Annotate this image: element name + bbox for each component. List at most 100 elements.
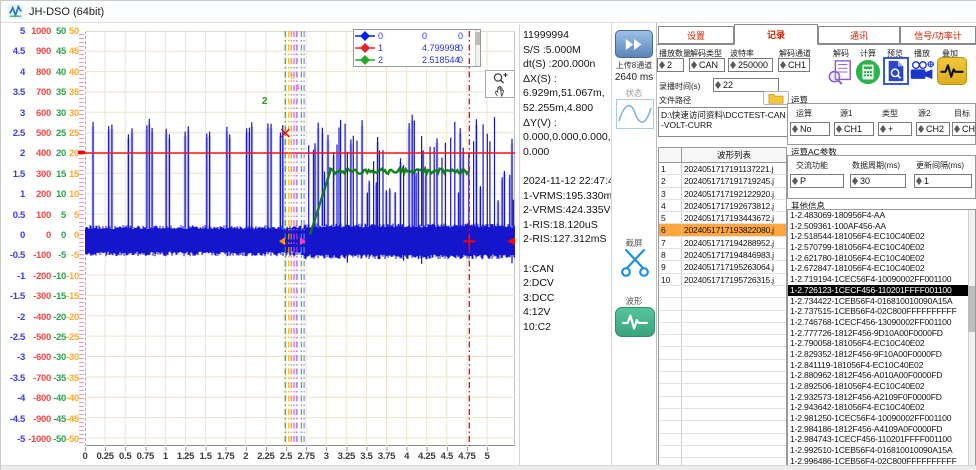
wave-list-row[interactable] [659, 360, 786, 372]
wave-list-row[interactable]: 82024051717194846983.j [659, 249, 786, 261]
other-info-item[interactable]: 1-2.984186-1812F456-A4109A0F0000FD [788, 424, 975, 435]
other-info-item[interactable]: 1-2.719194-1CEC56F4-10090002FF001100 [788, 274, 975, 285]
bottom-scrollbar[interactable] [1, 465, 976, 470]
decode-type-field[interactable]: CAN [689, 58, 725, 72]
other-info-scrollbar[interactable] [968, 210, 975, 466]
other-info-item[interactable]: 1-2.509361-100AF456-AA [788, 221, 975, 232]
other-info-item[interactable]: 1-2.672847-181056F4-EC10C40E02 [788, 263, 975, 274]
y-axis-tick-row: 3.57003535 [1, 87, 79, 98]
tab-comm[interactable]: 通讯 [818, 26, 900, 44]
y-tick-label: 35 [66, 87, 79, 98]
wave-list-row[interactable]: 62024051717193822080.j [659, 224, 786, 236]
other-info-item[interactable]: 1-2.932573-1812F456-A2109F0F0000FD [788, 392, 975, 403]
record-time-field[interactable]: 22 [713, 78, 779, 92]
pan-hand-icon[interactable] [494, 85, 506, 97]
legend-scrollbar[interactable] [475, 30, 480, 67]
legend-marker [354, 55, 376, 65]
wave-list-row[interactable]: 42024051717192673812.j [659, 200, 786, 212]
y-tick-label: -200 [25, 271, 51, 282]
other-info-item[interactable]: 1-2.777726-1812F456-9D10A00F0000FD [788, 328, 975, 339]
plot-area[interactable] [85, 31, 515, 446]
other-info-item[interactable]: 1-2.943642-181056F4-EC10C40E02 [788, 402, 975, 413]
wave-list-row[interactable]: 72024051717194288952.j [659, 237, 786, 249]
ac-field-period[interactable]: 30 [850, 174, 906, 188]
wave-list-row[interactable] [659, 384, 786, 396]
wave-list-row[interactable] [659, 298, 786, 310]
legend-row[interactable]: 0 0 0 [354, 30, 480, 42]
zoom-in-icon[interactable] [493, 72, 508, 84]
tab-settings[interactable]: 设置 [658, 26, 734, 44]
wave-list-row[interactable] [659, 446, 786, 458]
wave-list-row[interactable] [659, 434, 786, 446]
y-tick-label: -50 [66, 434, 79, 445]
other-info-item[interactable]: 1-2.892506-181056F4-EC10C40E02 [788, 381, 975, 392]
plot-legend[interactable]: 0 0 0 1 4.799998 0 2 2.518544 0 3 [353, 29, 481, 67]
other-info-item[interactable]: 1-2.981250-1CEC56F4-10090002FF001100 [788, 413, 975, 424]
screenshot-button[interactable] [619, 247, 651, 277]
zoom-tools[interactable] [485, 70, 515, 98]
fast-forward-button[interactable] [615, 30, 653, 58]
other-info-item[interactable]: 1-2.734422-1CEB56F4-016810010090A15A [788, 296, 975, 307]
tab-record[interactable]: 记录 [734, 24, 818, 45]
y-axis-tick-row: 2.55002525 [1, 128, 79, 139]
status-waveform-thumbnail[interactable] [616, 99, 654, 129]
ac-field-interval[interactable]: 1 [914, 174, 972, 188]
wave-list-row[interactable] [659, 409, 786, 421]
wave-list-row[interactable] [659, 323, 786, 335]
other-info-item[interactable]: 1-2.992510-1CEB56F4-016810010090A15A [788, 445, 975, 456]
other-info-item[interactable]: 1-2.726123-1CECF456-110201FFFF001100 [788, 285, 975, 296]
measurement-info-panel: 11999994S/S :5.000Mdt(S) :200.000nΔX(S) … [519, 25, 611, 465]
y-tick-label: 50 [51, 26, 66, 37]
y-tick-label: 25 [51, 128, 66, 139]
op-field-src2[interactable]: CH2 [916, 122, 950, 136]
wave-list-row[interactable] [659, 335, 786, 347]
legend-row[interactable]: 1 4.799998 0 [354, 42, 480, 54]
other-info-item[interactable]: 1-2.790058-181056F4-EC10C40E02 [788, 338, 975, 349]
op-field-src1[interactable]: CH1 [834, 122, 874, 136]
calculate-button[interactable] [855, 58, 881, 86]
other-info-item[interactable]: 1-2.570799-181056F4-EC10C40E02 [788, 242, 975, 253]
wave-list-row[interactable] [659, 372, 786, 384]
y-tick-label: -3 [1, 352, 25, 363]
wave-list-row[interactable] [659, 421, 786, 433]
wave-list-row[interactable]: 92024051717195263064.j [659, 261, 786, 273]
wave-list-row[interactable]: 52024051717193443672.j [659, 212, 786, 224]
overlay-button[interactable] [937, 57, 967, 85]
wave-list-table[interactable]: 波形列表 12024051717191137221.j2202405171719… [658, 147, 787, 467]
wave-list-row[interactable] [659, 347, 786, 359]
other-info-item[interactable]: 1-2.880962-1812F456-A010A00F0000FD [788, 370, 975, 381]
browse-folder-button[interactable] [763, 91, 789, 105]
wave-list-row[interactable]: 102024051717195726315.j [659, 274, 786, 286]
other-info-list[interactable]: 1-2.483069-180956F4-AA1-2.509361-100AF45… [787, 209, 976, 467]
other-info-item[interactable]: 1-2.746768-1CECF456-13090002FF001100 [788, 317, 975, 328]
preview-button[interactable] [883, 57, 909, 85]
y-axis-tick-row: 1.53001515 [1, 169, 79, 180]
play-button[interactable] [909, 58, 935, 86]
wave-list-row[interactable]: 12024051717191137221.j [659, 163, 786, 175]
other-info-item[interactable]: 1-2.518544-181056F4-EC10C40E02 [788, 231, 975, 242]
wave-list-row[interactable] [659, 311, 786, 323]
decode-channel-field[interactable]: CH1 [778, 58, 810, 72]
legend-row[interactable]: 2 2.518544 0 [354, 54, 480, 66]
ac-field-func[interactable]: P [790, 174, 844, 188]
decode-button[interactable] [827, 58, 853, 86]
legend-row[interactable]: 3 [354, 66, 480, 67]
other-info-item[interactable]: 1-2.829352-1812F456-9F10A00F0000FD [788, 349, 975, 360]
file-path-value[interactable]: D:\快速访问资料\DCCTEST-CAN-VOLT-CURR [658, 107, 788, 137]
wave-list-row[interactable]: 22024051717191719245.j [659, 175, 786, 187]
waveform-button[interactable] [615, 307, 655, 337]
op-field-target[interactable]: CH2 [952, 122, 976, 136]
tab-signal-power[interactable]: 信号/功率计 [900, 26, 976, 44]
other-info-item[interactable]: 1-2.841119-181056F4-EC10C40E02 [788, 360, 975, 371]
other-info-item[interactable]: 1-2.621780-181056F4-EC10C40E02 [788, 253, 975, 264]
op-field-op[interactable]: No [790, 122, 830, 136]
wave-list-row[interactable] [659, 397, 786, 409]
op-field-type[interactable]: + [878, 122, 912, 136]
other-info-item[interactable]: 1-2.483069-180956F4-AA [788, 210, 975, 221]
other-info-item[interactable]: 1-2.984743-1CECF456-110201FFFF001100 [788, 434, 975, 445]
wave-list-row[interactable]: 32024051717192122920.j [659, 188, 786, 200]
other-info-item[interactable]: 1-2.737515-1CEB56F4-02C800FFFFFFFFFF [788, 306, 975, 317]
wave-list-row[interactable] [659, 286, 786, 298]
playback-count-field[interactable]: 2 [657, 58, 684, 72]
baud-rate-field[interactable]: 250000 [728, 58, 773, 72]
